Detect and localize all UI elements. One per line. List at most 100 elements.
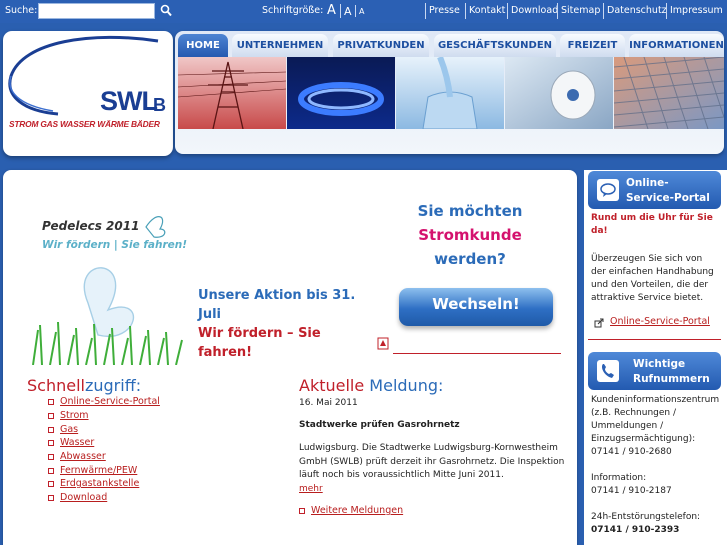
meldung-more-link[interactable]: mehr (299, 483, 564, 497)
quicklink-download[interactable]: Download (60, 492, 107, 503)
pdf-icon[interactable] (377, 337, 389, 350)
strom-line2: Stromkunde (418, 226, 522, 244)
phone-line (591, 498, 726, 511)
phone-icon (597, 360, 619, 382)
phone-line: 24h-Entstörungstelefon: (591, 512, 701, 522)
rufnummern-text: Kundeninformationszentrum (z.B. Rechnung… (591, 394, 726, 537)
quicklink-fernwaerme[interactable]: Fernwärme/PEW (60, 465, 137, 476)
tab-freizeit[interactable]: FREIZEIT (560, 34, 625, 57)
strom-line1: Sie möchten (417, 202, 523, 220)
rufnummern-title-line1: Wichtige (633, 358, 686, 370)
service-text-line: und den Vorteilen, die der (591, 280, 709, 290)
top-bar: Suche: Schriftgröße: A A A Presse Kontak… (0, 0, 727, 23)
quicklink-strom[interactable]: Strom (60, 410, 89, 421)
strom-line3: werden? (434, 250, 506, 268)
wechseln-label: Wechseln! (432, 295, 520, 313)
aktion-line1: Unsere Aktion bis 31. (198, 288, 356, 303)
emergency-number: 07141 / 910-2393 (591, 525, 680, 535)
weitere-meldungen-link[interactable]: Weitere Meldungen (311, 505, 403, 516)
phone-line: Ummeldungen / (591, 421, 664, 431)
service-highlight-line2: da! (591, 226, 608, 236)
aktion-link-line2[interactable]: fahren! (198, 343, 355, 362)
divider (507, 3, 508, 19)
tab-privatkunden[interactable]: PRIVATKUNDEN (333, 34, 429, 57)
font-small-button[interactable]: A (359, 7, 364, 16)
aktion-text: Unsere Aktion bis 31. Juli Wir fördern –… (198, 286, 355, 362)
meldung-title-part2: Meldung: (369, 376, 444, 395)
service-highlight: Rund um die Uhr für Sie da! (591, 212, 726, 238)
external-link-icon (594, 318, 604, 328)
font-large-button[interactable]: A (327, 3, 336, 18)
nav-link-sitemap[interactable]: Sitemap (561, 5, 600, 16)
logo[interactable]: SWL B STROM GAS WASSER WÄRME BÄDER (3, 31, 173, 156)
tab-unternehmen[interactable]: UNTERNEHMEN (232, 34, 328, 57)
wechseln-button[interactable]: Wechseln! (399, 288, 553, 326)
search-input[interactable] (38, 3, 155, 19)
divider (557, 3, 558, 19)
bullet-icon (48, 413, 54, 419)
font-medium-button[interactable]: A (344, 5, 352, 18)
logo-tagline: STROM GAS WASSER WÄRME BÄDER (9, 119, 160, 129)
search-icon[interactable] (160, 4, 172, 17)
service-text-line: Überzeugen Sie sich von (591, 254, 703, 264)
rufnummern-title-line2: Rufnummern (633, 373, 710, 385)
schnellzugriff-title-part2: zugriff: (84, 376, 142, 395)
divider (340, 4, 341, 18)
schnellzugriff-title-part1: Schnell (27, 376, 85, 395)
phone-line: (z.B. Rechnungen / (591, 408, 676, 418)
quicklink-online-service-portal[interactable]: Online-Service-Portal (60, 396, 160, 407)
pedelecs-promo[interactable]: Pedelecs 2011 Wir fördern | Sie fahren! (28, 205, 188, 365)
divider (425, 3, 426, 19)
service-portal-link[interactable]: Online-Service-Portal (610, 316, 710, 327)
divider (465, 3, 466, 19)
chat-icon (597, 179, 619, 201)
bullet-icon (48, 495, 54, 501)
tab-home[interactable]: HOME (178, 34, 228, 57)
aktion-link-line1[interactable]: Wir fördern – Sie (198, 324, 355, 343)
meldung-title-part1: Aktuelle (299, 376, 365, 395)
bullet-icon (299, 508, 305, 514)
meldung-headline: Stadtwerke prüfen Gasrohrnetz (299, 420, 460, 430)
fontsize-label: Schriftgröße: (262, 5, 324, 16)
divider (666, 3, 667, 19)
nav-link-datenschutz[interactable]: Datenschutz (607, 5, 667, 16)
phone-line: Einzugsermächtigung): (591, 434, 696, 444)
service-portal-header[interactable]: Online- Service-Portal (588, 171, 721, 209)
search-label: Suche: (5, 5, 38, 16)
tab-geschaeftskunden[interactable]: GESCHÄFTSKUNDEN (434, 34, 556, 57)
banner (178, 57, 724, 129)
phone-line (591, 459, 726, 472)
service-highlight-line1: Rund um die Uhr für Sie (591, 213, 713, 223)
bullet-icon (48, 427, 54, 433)
quicklink-wasser[interactable]: Wasser (60, 437, 94, 448)
phone-line: Kundeninformationszentrum (591, 395, 720, 405)
quicklink-abwasser[interactable]: Abwasser (60, 451, 106, 462)
quicklink-erdgastankstelle[interactable]: Erdgastankstelle (60, 478, 139, 489)
meldung-body: Ludwigsburg. Die Stadtwerke Ludwigsburg-… (299, 442, 564, 496)
bullet-icon (48, 399, 54, 405)
nav-link-kontakt[interactable]: Kontakt (469, 5, 505, 16)
service-portal-title-line1: Online- (626, 177, 669, 189)
tab-informationen[interactable]: INFORMATIONEN (629, 34, 724, 57)
service-portal-title-line2: Service-Portal (626, 192, 710, 204)
phone-line: 07141 / 910-2187 (591, 486, 672, 496)
bullet-icon (48, 468, 54, 474)
nav-link-presse[interactable]: Presse (429, 5, 460, 16)
sidebar-divider (588, 339, 721, 340)
meldung-body-line2: GmbH (SWLB) prüft derzeit ihr Gasrohrnet… (299, 456, 565, 467)
grass-decoration (32, 321, 183, 365)
service-description: Überzeugen Sie sich von der einfachen Ha… (591, 253, 726, 305)
divider-line (393, 353, 561, 354)
phone-line: 07141 / 910-2680 (591, 447, 672, 457)
nav-link-impressum[interactable]: Impressum (670, 5, 723, 16)
meldung-body-line1: Ludwigsburg. Die Stadtwerke Ludwigsburg-… (299, 443, 558, 453)
divider (355, 5, 356, 17)
quicklink-gas[interactable]: Gas (60, 424, 78, 435)
service-text-line: der einfachen Handhabung (591, 267, 714, 277)
schnellzugriff-title: Schnellzugriff: (27, 376, 141, 395)
stromkunde-promo: Sie möchten Stromkunde werden? (385, 199, 555, 271)
divider (603, 3, 604, 19)
nav-link-download[interactable]: Download (511, 5, 558, 16)
bullet-icon (48, 481, 54, 487)
bullet-icon (48, 454, 54, 460)
